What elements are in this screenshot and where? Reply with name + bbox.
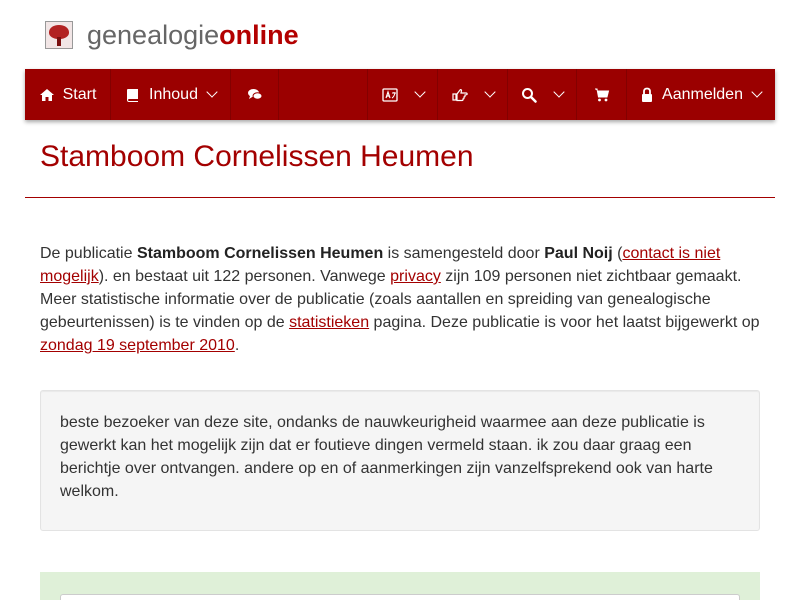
publication-intro: De publicatie Stamboom Cornelissen Heume… [40, 242, 765, 357]
page-title: Stamboom Cornelissen Heumen [40, 140, 474, 173]
brand-name: genealogieonline [87, 20, 299, 50]
success-panel [40, 572, 760, 600]
language-icon [381, 87, 398, 102]
brand-part-online: online [219, 20, 299, 50]
nav-search[interactable] [508, 69, 577, 120]
last-updated-link[interactable]: zondag 19 september 2010 [40, 337, 235, 354]
nav-actions[interactable] [438, 69, 508, 120]
brand-part-genealogie: genealogie [87, 20, 220, 50]
intro-text-2: is samengesteld door [383, 245, 545, 262]
title-divider [25, 197, 775, 198]
tree-logo-icon [45, 21, 73, 49]
search-icon [522, 87, 537, 103]
intro-text-7: . [234, 337, 240, 354]
chevron-down-icon [206, 86, 218, 98]
main-navbar: Start Inhoud Aanmelden [25, 69, 775, 120]
nav-start-label: Start [62, 85, 97, 103]
home-icon [39, 88, 54, 101]
comments-icon [247, 88, 262, 100]
intro-text-3: ( [612, 245, 623, 262]
chevron-down-icon [553, 86, 565, 98]
nav-inhoud-label: Inhoud [149, 85, 198, 103]
nav-spacer [279, 69, 368, 120]
chevron-down-icon [483, 86, 496, 98]
hand-point-icon [451, 88, 468, 101]
chevron-down-icon [413, 86, 426, 98]
nav-cart[interactable] [577, 69, 627, 120]
nav-forum[interactable] [231, 69, 279, 120]
nav-login-label: Aanmelden [662, 85, 743, 103]
intro-text-6: pagina. Deze publicatie is voor het laat… [369, 314, 760, 331]
nav-start[interactable]: Start [25, 69, 111, 120]
author-name: Paul Noij [544, 245, 613, 262]
lock-icon [642, 87, 653, 102]
privacy-link[interactable]: privacy [390, 268, 441, 285]
site-logo[interactable]: genealogieonline [45, 20, 299, 50]
author-note: beste bezoeker van deze site, ondanks de… [40, 390, 760, 531]
nav-login[interactable]: Aanmelden [627, 69, 775, 120]
chevron-down-icon [751, 86, 763, 98]
book-icon [127, 88, 139, 102]
intro-text-1: De publicatie [40, 245, 137, 262]
statistics-link[interactable]: statistieken [289, 314, 369, 331]
intro-text-4: ). en bestaat uit 122 personen. Vanwege [98, 268, 391, 285]
publication-name: Stamboom Cornelissen Heumen [136, 245, 384, 262]
nav-inhoud[interactable]: Inhoud [111, 69, 231, 120]
cart-icon [594, 88, 609, 101]
panel-inner-box [60, 594, 740, 600]
nav-language[interactable] [368, 69, 438, 120]
